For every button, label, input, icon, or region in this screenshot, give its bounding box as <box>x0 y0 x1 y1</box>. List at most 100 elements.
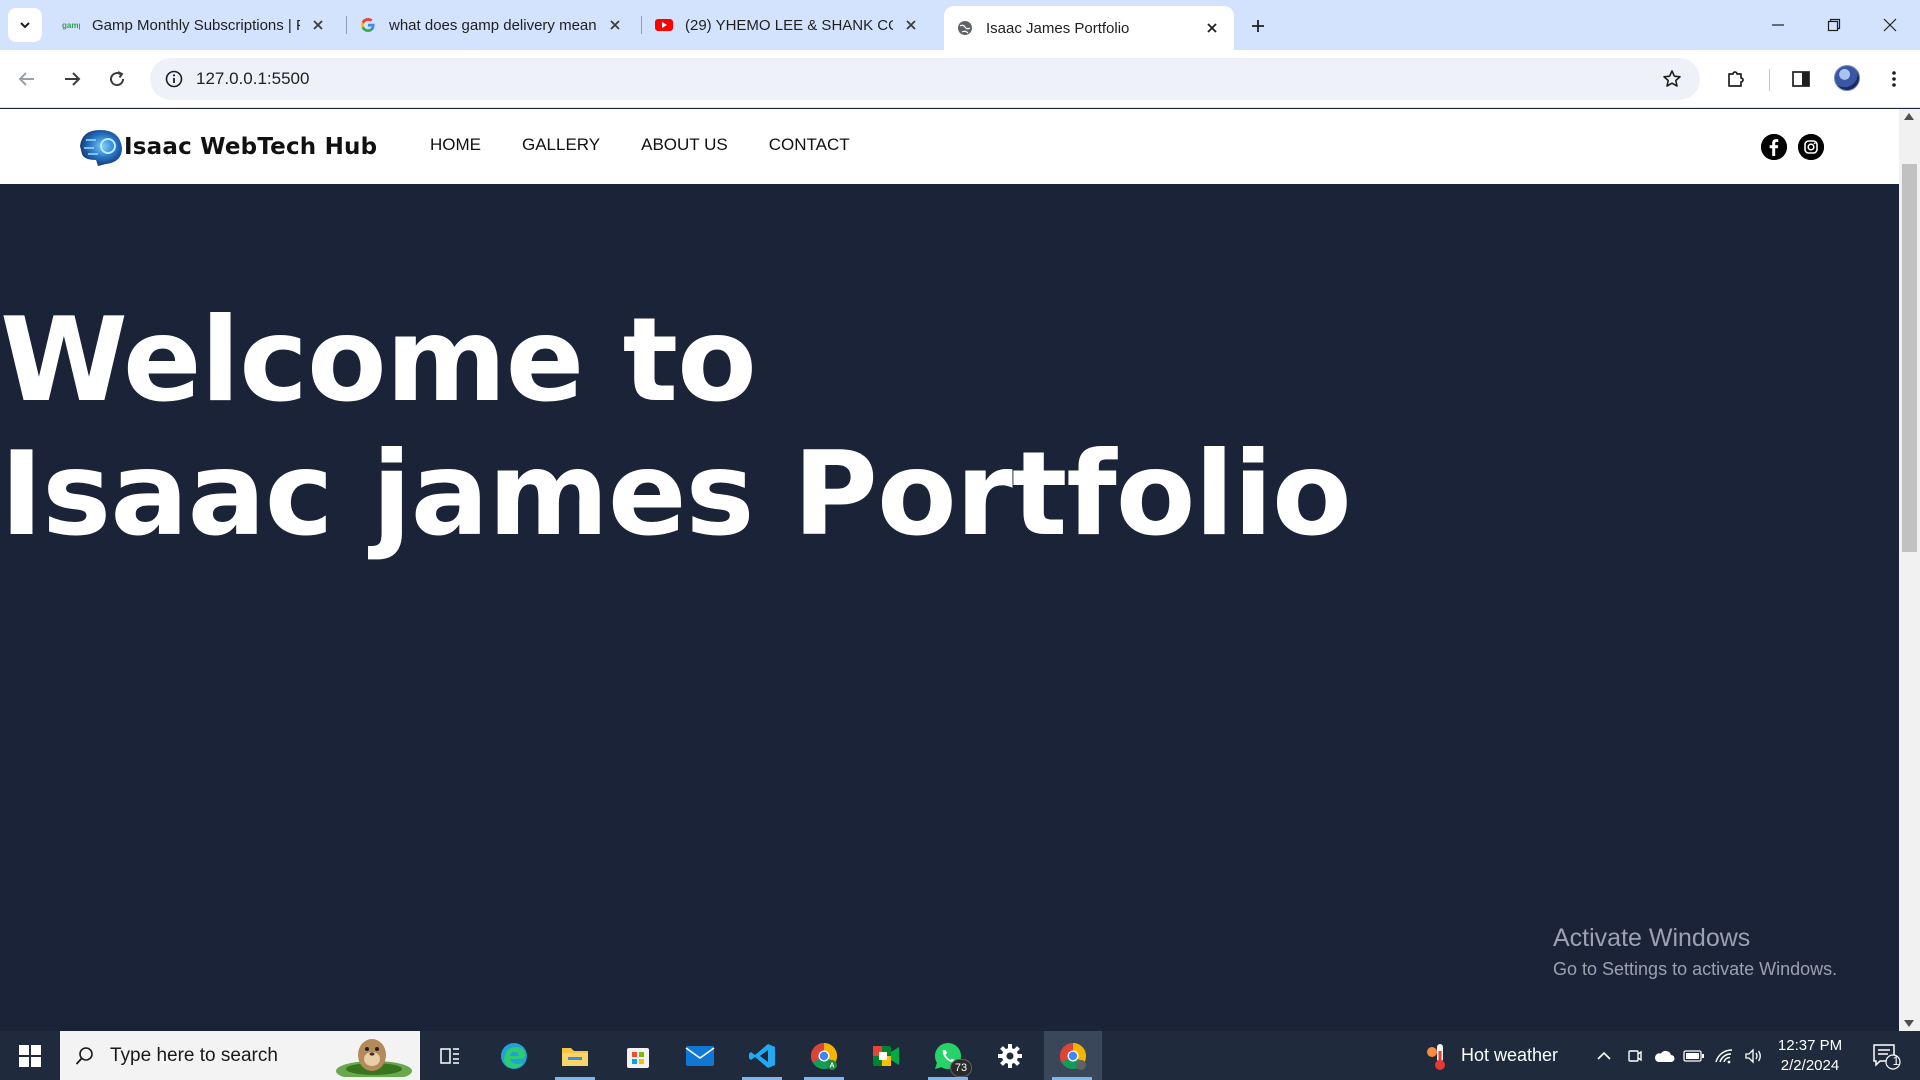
instagram-link[interactable] <box>1798 134 1824 160</box>
nav-link-gallery[interactable]: GALLERY <box>522 135 600 155</box>
task-view-button[interactable] <box>422 1031 478 1080</box>
camera-icon <box>1628 1049 1642 1062</box>
reload-button[interactable] <box>101 63 133 95</box>
taskbar-search-box[interactable]: Type here to search <box>60 1031 420 1080</box>
page-scrollbar[interactable] <box>1899 109 1920 1031</box>
hero-title: Welcome to Isaac james Portfolio <box>0 294 1352 562</box>
start-button[interactable] <box>0 1031 60 1080</box>
tray-volume[interactable] <box>1739 1031 1767 1080</box>
windows-taskbar: Type here to search A 73 Hot weather 12:… <box>0 1031 1920 1080</box>
brand[interactable]: Isaac WebTech Hub <box>76 126 377 168</box>
nav-link-contact[interactable]: CONTACT <box>769 135 850 155</box>
task-view-icon <box>440 1047 459 1064</box>
scroll-up-arrow-icon[interactable] <box>1904 113 1914 120</box>
site-menu: HOME GALLERY ABOUT US CONTACT <box>430 135 891 155</box>
toolbar-divider <box>1769 69 1770 91</box>
taskbar-app-vscode[interactable] <box>734 1031 790 1080</box>
taskbar-app-store[interactable] <box>610 1031 666 1080</box>
kebab-menu-icon <box>1892 71 1896 87</box>
brand-name: Isaac WebTech Hub <box>124 134 378 160</box>
bookmark-star-icon[interactable] <box>1658 65 1686 93</box>
tab-title: Isaac James Portfolio <box>986 19 1130 37</box>
puzzle-icon <box>1728 71 1744 87</box>
tab-title: (29) YHEMO LEE & SHANK CON <box>685 16 893 34</box>
browser-tab-3[interactable]: (29) YHEMO LEE & SHANK CON <box>643 6 933 44</box>
extensions-button[interactable] <box>1720 63 1752 95</box>
browser-tab-1[interactable]: gamp Gamp Monthly Subscriptions | F <box>50 6 340 44</box>
meet-icon <box>873 1045 899 1066</box>
clock-date: 2/2/2024 <box>1780 1057 1840 1074</box>
site-info-icon[interactable] <box>164 69 184 89</box>
browser-tab-4-active[interactable]: Isaac James Portfolio <box>944 6 1234 50</box>
mail-icon <box>685 1045 715 1066</box>
tray-network[interactable] <box>1710 1031 1738 1080</box>
site-navbar: Isaac WebTech Hub HOME GALLERY ABOUT US … <box>0 109 1899 184</box>
side-panel-button[interactable] <box>1785 63 1817 95</box>
taskbar-app-chrome-active[interactable] <box>1044 1031 1102 1080</box>
taskbar-app-chrome-profile[interactable]: A <box>796 1031 852 1080</box>
taskbar-app-settings[interactable] <box>982 1031 1038 1080</box>
search-placeholder: Type here to search <box>110 1044 278 1066</box>
tray-meet-now[interactable] <box>1621 1031 1649 1080</box>
forward-button[interactable] <box>56 63 88 95</box>
address-bar[interactable]: 127.0.0.1:5500 <box>150 58 1700 100</box>
svg-text:A: A <box>830 1062 835 1069</box>
taskbar-app-file-explorer[interactable] <box>547 1031 603 1080</box>
profile-avatar[interactable] <box>1834 65 1860 91</box>
plus-icon <box>1252 20 1264 32</box>
new-tab-button[interactable] <box>1244 12 1272 40</box>
tab-search-button[interactable] <box>8 8 42 42</box>
whatsapp-unread-badge: 73 <box>950 1059 972 1077</box>
close-tab-icon[interactable] <box>605 15 625 35</box>
nav-link-home[interactable]: HOME <box>430 135 481 155</box>
taskbar-app-meet[interactable] <box>858 1031 914 1080</box>
taskbar-app-mail[interactable] <box>672 1031 728 1080</box>
back-button[interactable] <box>11 63 43 95</box>
chrome-menu-button[interactable] <box>1878 63 1910 95</box>
restore-button[interactable] <box>1806 0 1862 50</box>
scroll-down-arrow-icon[interactable] <box>1904 1020 1914 1027</box>
search-highlight-illustration <box>336 1039 412 1077</box>
chevron-down-icon <box>20 22 30 29</box>
weather-text: Hot weather <box>1461 1045 1559 1065</box>
close-icon <box>1883 18 1897 32</box>
store-icon <box>627 1047 649 1068</box>
instagram-icon <box>1798 134 1824 160</box>
chevron-up-icon <box>1597 1051 1611 1060</box>
thermometer-icon <box>1427 1043 1445 1070</box>
show-hidden-icons-button[interactable] <box>1590 1031 1618 1080</box>
close-tab-icon[interactable] <box>1202 18 1222 38</box>
gear-icon <box>998 1043 1022 1068</box>
weather-widget[interactable]: Hot weather <box>1425 1031 1558 1080</box>
notification-count: 1 <box>1892 1054 1900 1068</box>
windows-logo-icon <box>19 1044 41 1067</box>
scroll-thumb[interactable] <box>1902 164 1917 552</box>
tab-separator <box>641 16 642 34</box>
browser-tab-2[interactable]: what does gamp delivery mean <box>347 6 637 44</box>
speaker-icon <box>1745 1047 1761 1064</box>
vscode-icon <box>749 1043 775 1068</box>
arrow-right-icon <box>65 72 81 86</box>
url-text[interactable]: 127.0.0.1:5500 <box>196 69 1658 89</box>
tab-title: Gamp Monthly Subscriptions | F <box>92 16 300 34</box>
nav-link-about-us[interactable]: ABOUT US <box>641 135 728 155</box>
google-favicon-icon <box>359 16 377 34</box>
close-tab-icon[interactable] <box>308 15 328 35</box>
close-tab-icon[interactable] <box>901 15 921 35</box>
browser-tab-strip: gamp Gamp Monthly Subscriptions | F what… <box>0 0 1920 50</box>
edge-icon <box>501 1042 527 1069</box>
activate-windows-watermark: Activate Windows Go to Settings to activ… <box>1553 924 1837 980</box>
close-window-button[interactable] <box>1862 0 1918 50</box>
taskbar-app-edge[interactable] <box>486 1031 542 1080</box>
chrome-icon <box>1059 1042 1087 1070</box>
battery-icon <box>1683 1049 1704 1062</box>
taskbar-clock[interactable]: 12:37 PM 2/2/2024 <box>1770 1036 1850 1076</box>
notification-center-button[interactable]: 1 <box>1866 1039 1906 1073</box>
minimize-icon <box>1772 24 1784 26</box>
facebook-link[interactable] <box>1761 134 1787 160</box>
taskbar-app-whatsapp[interactable]: 73 <box>920 1031 976 1080</box>
tray-battery[interactable] <box>1680 1031 1708 1080</box>
tray-onedrive[interactable] <box>1650 1031 1678 1080</box>
side-panel-icon <box>1792 71 1810 87</box>
minimize-button[interactable] <box>1750 0 1806 50</box>
